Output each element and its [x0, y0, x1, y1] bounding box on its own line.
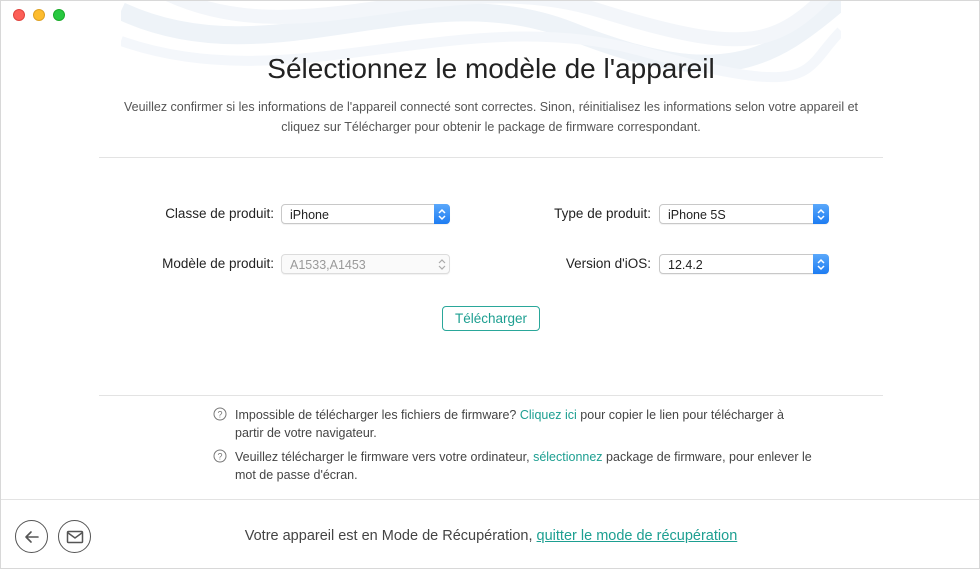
- close-window-button[interactable]: [13, 9, 25, 21]
- minimize-window-button[interactable]: [33, 9, 45, 21]
- help-text-1: Impossible de télécharger les fichiers d…: [235, 406, 813, 442]
- product-type-value: iPhone 5S: [668, 208, 726, 222]
- click-here-link[interactable]: Cliquez ici: [520, 408, 577, 422]
- select-stepper-icon: [434, 204, 450, 224]
- download-button[interactable]: Télécharger: [442, 306, 540, 331]
- recovery-mode-text: Votre appareil est en Mode de Récupérati…: [244, 528, 537, 544]
- product-class-select[interactable]: iPhone: [281, 204, 450, 224]
- help-item-2: ? Veuillez télécharger le firmware vers …: [213, 448, 813, 484]
- help-item-1: ? Impossible de télécharger les fichiers…: [213, 406, 813, 442]
- ios-version-label: Version d'iOS:: [565, 256, 651, 271]
- product-model-value: A1533,A1453: [290, 258, 366, 272]
- svg-text:?: ?: [217, 410, 222, 420]
- page-subtitle: Veuillez confirmer si les informations d…: [124, 100, 858, 134]
- product-class-label: Classe de produit:: [165, 206, 274, 221]
- svg-text:?: ?: [217, 452, 222, 462]
- question-circle-icon: ?: [213, 449, 227, 463]
- question-circle-icon: ?: [213, 407, 227, 421]
- select-firmware-link[interactable]: sélectionnez: [533, 450, 603, 464]
- ios-version-value: 12.4.2: [668, 258, 703, 272]
- select-stepper-icon: [813, 204, 829, 224]
- product-type-select[interactable]: iPhone 5S: [659, 204, 829, 224]
- divider: [99, 157, 883, 158]
- exit-recovery-mode-link[interactable]: quitter le mode de récupération: [537, 528, 738, 544]
- footer-divider: [1, 499, 979, 500]
- select-stepper-icon: [813, 254, 829, 274]
- divider: [99, 395, 883, 396]
- app-window: Sélectionnez le modèle de l'appareil Veu…: [0, 0, 980, 569]
- ios-version-select[interactable]: 12.4.2: [659, 254, 829, 274]
- product-class-value: iPhone: [290, 208, 329, 222]
- select-stepper-icon: [434, 254, 450, 274]
- product-model-label: Modèle de produit:: [162, 256, 274, 271]
- maximize-window-button[interactable]: [53, 9, 65, 21]
- help-text-2: Veuillez télécharger le firmware vers vo…: [235, 448, 813, 484]
- help-text-1-before: Impossible de télécharger les fichiers d…: [235, 408, 520, 422]
- product-model-select: A1533,A1453: [281, 254, 450, 274]
- product-type-label: Type de produit:: [554, 206, 651, 221]
- page-title: Sélectionnez le modèle de l'appareil: [267, 53, 715, 84]
- background-waves: [121, 1, 841, 83]
- recovery-mode-status: Votre appareil est en Mode de Récupérati…: [1, 528, 979, 544]
- window-controls: [13, 9, 65, 21]
- help-text-2-before: Veuillez télécharger le firmware vers vo…: [235, 450, 534, 464]
